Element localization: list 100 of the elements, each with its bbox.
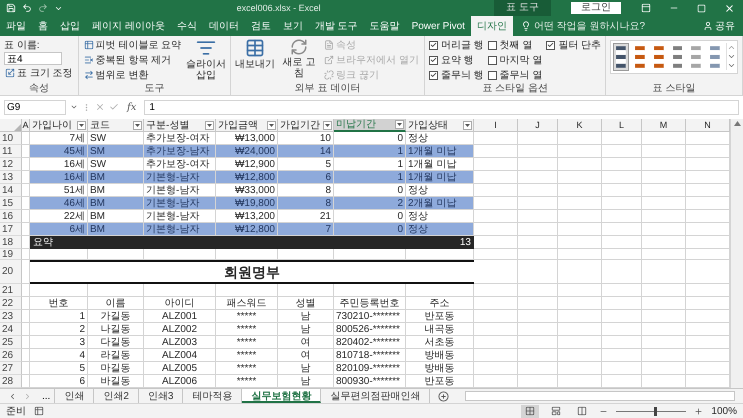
checkbox[interactable]: [428, 56, 438, 64]
ribbon-tab[interactable]: 파일: [0, 16, 32, 36]
row-number[interactable]: 13: [0, 171, 22, 184]
filter-button[interactable]: [323, 120, 332, 130]
row-number[interactable]: 12: [0, 158, 22, 171]
ribbon-display-icon[interactable]: [641, 3, 652, 13]
formula-field[interactable]: 1: [144, 100, 739, 114]
column-header[interactable]: M: [642, 119, 686, 132]
row-number[interactable]: 25: [0, 336, 22, 349]
row-number[interactable]: 27: [0, 362, 22, 375]
filter-button[interactable]: [395, 120, 404, 129]
row-number[interactable]: 10: [0, 132, 22, 145]
ribbon-tab[interactable]: 개발 도구: [308, 16, 364, 36]
vertical-scrollbar[interactable]: [730, 119, 743, 388]
filter-button[interactable]: [77, 120, 86, 130]
login-button[interactable]: 로그인: [571, 2, 622, 14]
row-number[interactable]: 15: [0, 197, 22, 210]
column-header[interactable]: 가입상태: [406, 119, 474, 132]
add-sheet-icon[interactable]: [438, 390, 450, 402]
close-icon[interactable]: [724, 2, 736, 14]
column-header[interactable]: 구분-성별: [144, 119, 216, 132]
row-number[interactable]: 17: [0, 223, 22, 236]
ribbon-tab[interactable]: 도움말: [364, 16, 406, 36]
column-header[interactable]: K: [558, 119, 602, 132]
style-option-checkbox[interactable]: 줄무늬 열: [488, 68, 542, 82]
checkbox[interactable]: [488, 56, 497, 64]
refresh-button[interactable]: 새로 고침: [279, 38, 320, 83]
column-header[interactable]: 가입금액: [216, 119, 278, 132]
horizontal-scrollbar[interactable]: [465, 391, 735, 401]
scroll-down-icon[interactable]: [727, 52, 736, 61]
redo-icon[interactable]: [38, 3, 48, 13]
name-box-field[interactable]: G9: [4, 100, 66, 114]
style-option-checkbox[interactable]: 첫째 열: [488, 38, 542, 52]
column-header[interactable]: A: [22, 119, 30, 132]
column-header[interactable]: 가입기간: [278, 119, 334, 132]
export-button[interactable]: 내보내기: [235, 38, 276, 83]
maximize-icon[interactable]: [697, 4, 706, 12]
style-option-checkbox[interactable]: 필터 단추: [546, 38, 602, 52]
ribbon-tab[interactable]: 홈: [32, 16, 54, 36]
row-number[interactable]: 28: [0, 375, 22, 388]
ribbon-tab[interactable]: 보기: [276, 16, 309, 36]
filter-button[interactable]: [267, 120, 276, 130]
column-header[interactable]: N: [686, 119, 730, 132]
filter-button[interactable]: [133, 120, 142, 130]
scroll-up-icon[interactable]: [727, 43, 736, 52]
resize-table-button[interactable]: 표 크기 조정: [4, 66, 74, 80]
ribbon-tab[interactable]: 페이지 레이아웃: [86, 16, 171, 36]
row-number[interactable]: 19: [0, 249, 22, 260]
row-number[interactable]: 21: [0, 284, 22, 297]
row-number[interactable]: 24: [0, 323, 22, 336]
ribbon-tab[interactable]: Power Pivot: [406, 16, 471, 36]
column-header[interactable]: 가입나이: [30, 119, 88, 132]
save-icon[interactable]: [6, 3, 16, 13]
previous-sheet-icon[interactable]: [8, 392, 17, 400]
filter-button[interactable]: [463, 120, 472, 130]
tell-me-field[interactable]: 어떤 작업을 원하시나요?: [534, 20, 664, 32]
ribbon-tab[interactable]: 데이터: [202, 16, 245, 36]
row-number[interactable]: 22: [0, 297, 22, 310]
checkbox[interactable]: [428, 70, 438, 80]
ribbon-button[interactable]: 피벗 테이블로 요약: [82, 38, 182, 52]
scroll-up-icon[interactable]: [734, 121, 740, 126]
check-icon[interactable]: [109, 102, 119, 112]
ribbon-button[interactable]: 범위로 변환: [82, 68, 182, 82]
checkbox[interactable]: [488, 70, 497, 80]
filter-button[interactable]: [205, 120, 214, 130]
column-header[interactable]: I: [474, 119, 518, 132]
ribbon-tab[interactable]: 수식: [170, 16, 203, 36]
row-number[interactable]: 14: [0, 184, 22, 197]
row-number[interactable]: 11: [0, 145, 22, 158]
more-styles-icon[interactable]: [727, 61, 736, 70]
insert-function-button[interactable]: fx: [123, 102, 140, 112]
ribbon-tab[interactable]: 디자인: [470, 16, 513, 36]
checkbox[interactable]: [428, 40, 438, 50]
sheet-tab[interactable]: 실무보험현황: [242, 389, 322, 403]
table-name-field[interactable]: 표4: [4, 52, 62, 65]
ribbon-tab[interactable]: 삽입: [54, 16, 86, 36]
column-header[interactable]: J: [518, 119, 558, 132]
checkbox[interactable]: [546, 40, 556, 50]
ribbon-button[interactable]: 중복된 항목 제거: [82, 53, 182, 67]
row-number[interactable]: 18: [0, 236, 22, 249]
column-header[interactable]: 코드: [88, 119, 144, 132]
ribbon-tab[interactable]: 검토: [244, 16, 277, 36]
row-number[interactable]: 20: [0, 260, 22, 284]
table-style-swatch[interactable]: [632, 43, 648, 71]
column-header[interactable]: 미납기간: [334, 119, 406, 132]
row-number[interactable]: 23: [0, 310, 22, 323]
undo-icon[interactable]: [22, 3, 32, 13]
style-option-checkbox[interactable]: 요약 행: [428, 53, 484, 67]
checkbox[interactable]: [488, 40, 497, 50]
view-button[interactable]: [521, 404, 540, 418]
zoom-slider-thumb[interactable]: [654, 406, 657, 416]
zoom-in-button[interactable]: [694, 406, 704, 416]
dropdown-icon[interactable]: [70, 103, 78, 111]
style-option-checkbox[interactable]: 줄무늬 행: [428, 68, 484, 82]
table-style-swatch[interactable]: [613, 43, 630, 71]
style-option-checkbox[interactable]: 마지막 열: [488, 53, 542, 67]
row-number[interactable]: 26: [0, 349, 22, 362]
share-button[interactable]: 공유: [695, 16, 743, 36]
row-number[interactable]: 16: [0, 210, 22, 223]
style-option-checkbox[interactable]: 머리글 행: [428, 38, 484, 52]
